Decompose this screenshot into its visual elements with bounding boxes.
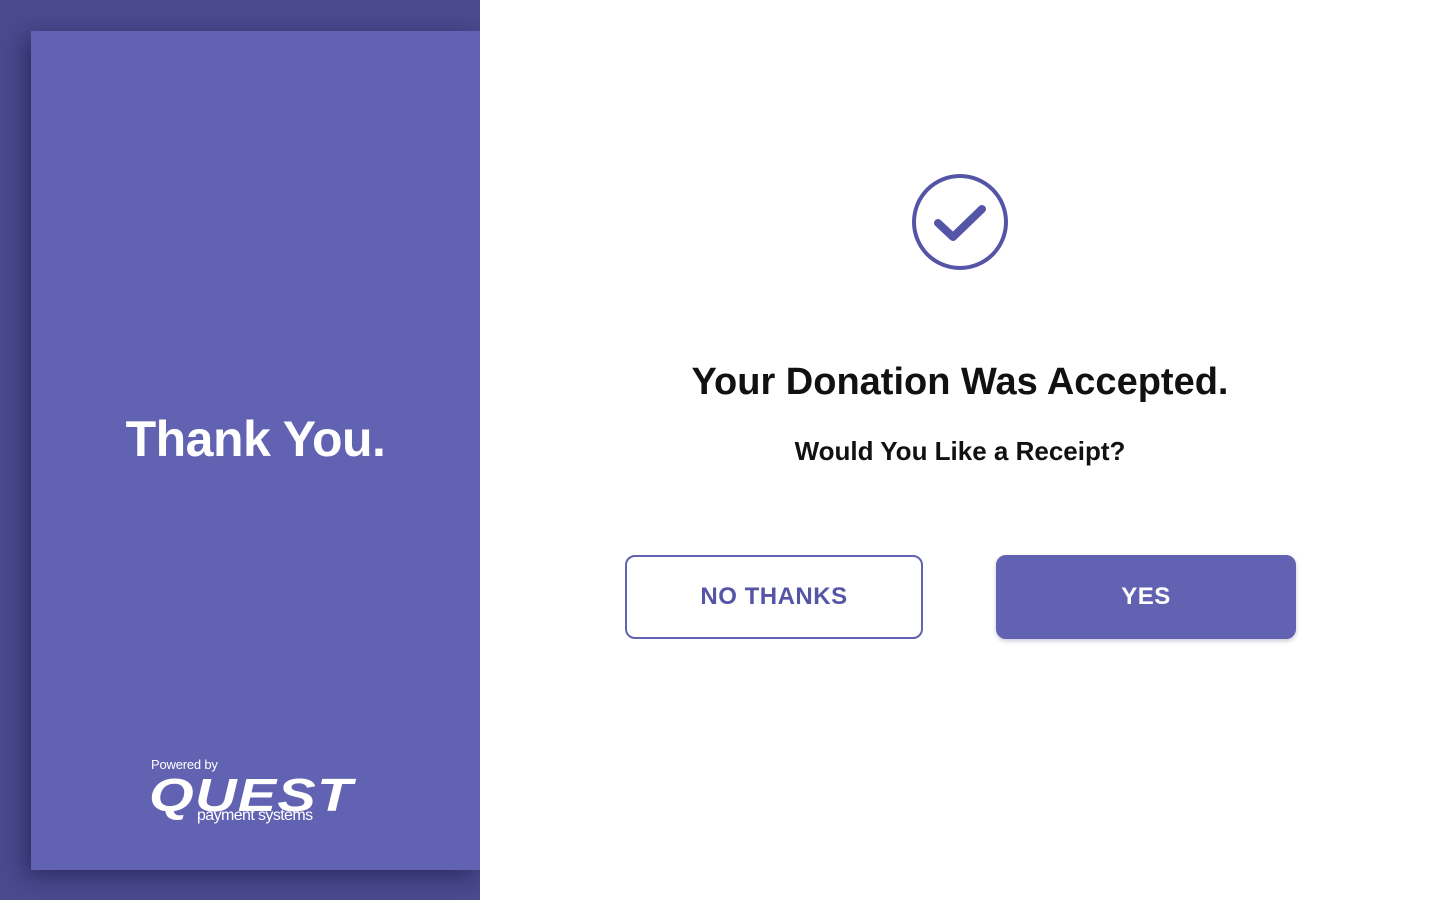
- receipt-question: Would You Like a Receipt?: [794, 436, 1126, 466]
- left-panel: Thank You. Powered by QUEST payment syst…: [0, 0, 480, 900]
- check-circle-icon: [912, 174, 1008, 270]
- no-thanks-button[interactable]: NO THANKS: [625, 555, 923, 639]
- logo-tagline: payment systems: [197, 807, 313, 824]
- yes-button[interactable]: YES: [996, 555, 1296, 639]
- quest-logo: Powered by QUEST payment systems: [149, 757, 389, 829]
- main-panel: Your Donation Was Accepted. Would You Li…: [480, 0, 1440, 900]
- thank-you-card: Thank You. Powered by QUEST payment syst…: [31, 31, 480, 870]
- receipt-prompt-screen: Thank You. Powered by QUEST payment syst…: [0, 0, 1440, 900]
- donation-accepted-title: Your Donation Was Accepted.: [691, 361, 1229, 403]
- thank-you-heading: Thank You.: [125, 411, 386, 467]
